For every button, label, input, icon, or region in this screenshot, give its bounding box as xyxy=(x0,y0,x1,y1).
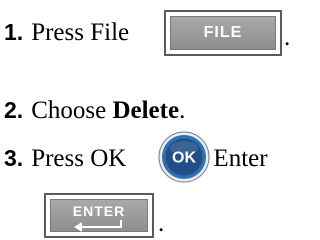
step-3: 3. Press OK or Enter xyxy=(4,146,268,171)
step-1-period: . xyxy=(284,24,291,51)
enter-key: ENTER xyxy=(44,193,154,238)
step-1-number: 1. xyxy=(4,19,24,45)
step-3-number: 3. xyxy=(4,145,24,171)
step-3-period: . xyxy=(158,210,165,237)
step-2-number: 2. xyxy=(4,97,24,123)
step-2-text: Choose Delete. xyxy=(31,98,185,123)
file-key-face: FILE xyxy=(170,16,276,50)
step-3-text-before: Press OK xyxy=(31,145,127,172)
file-key-label: FILE xyxy=(203,24,243,41)
enter-key-label: ENTER xyxy=(72,203,126,219)
step-2-period: . xyxy=(179,97,186,124)
step-2-text-before: Choose xyxy=(31,97,113,124)
step-2: 2. Choose Delete. xyxy=(4,98,185,123)
step-1-text: Press File xyxy=(31,19,130,46)
enter-return-arrow-icon xyxy=(74,220,122,232)
ok-button-label: OK xyxy=(172,150,196,167)
step-2-bold-text: Delete xyxy=(112,97,180,124)
ok-circle-icon: OK xyxy=(158,131,210,183)
step-1: 1. Press File xyxy=(4,20,129,45)
file-key: FILE xyxy=(164,10,282,56)
enter-key-face: ENTER xyxy=(50,199,148,232)
